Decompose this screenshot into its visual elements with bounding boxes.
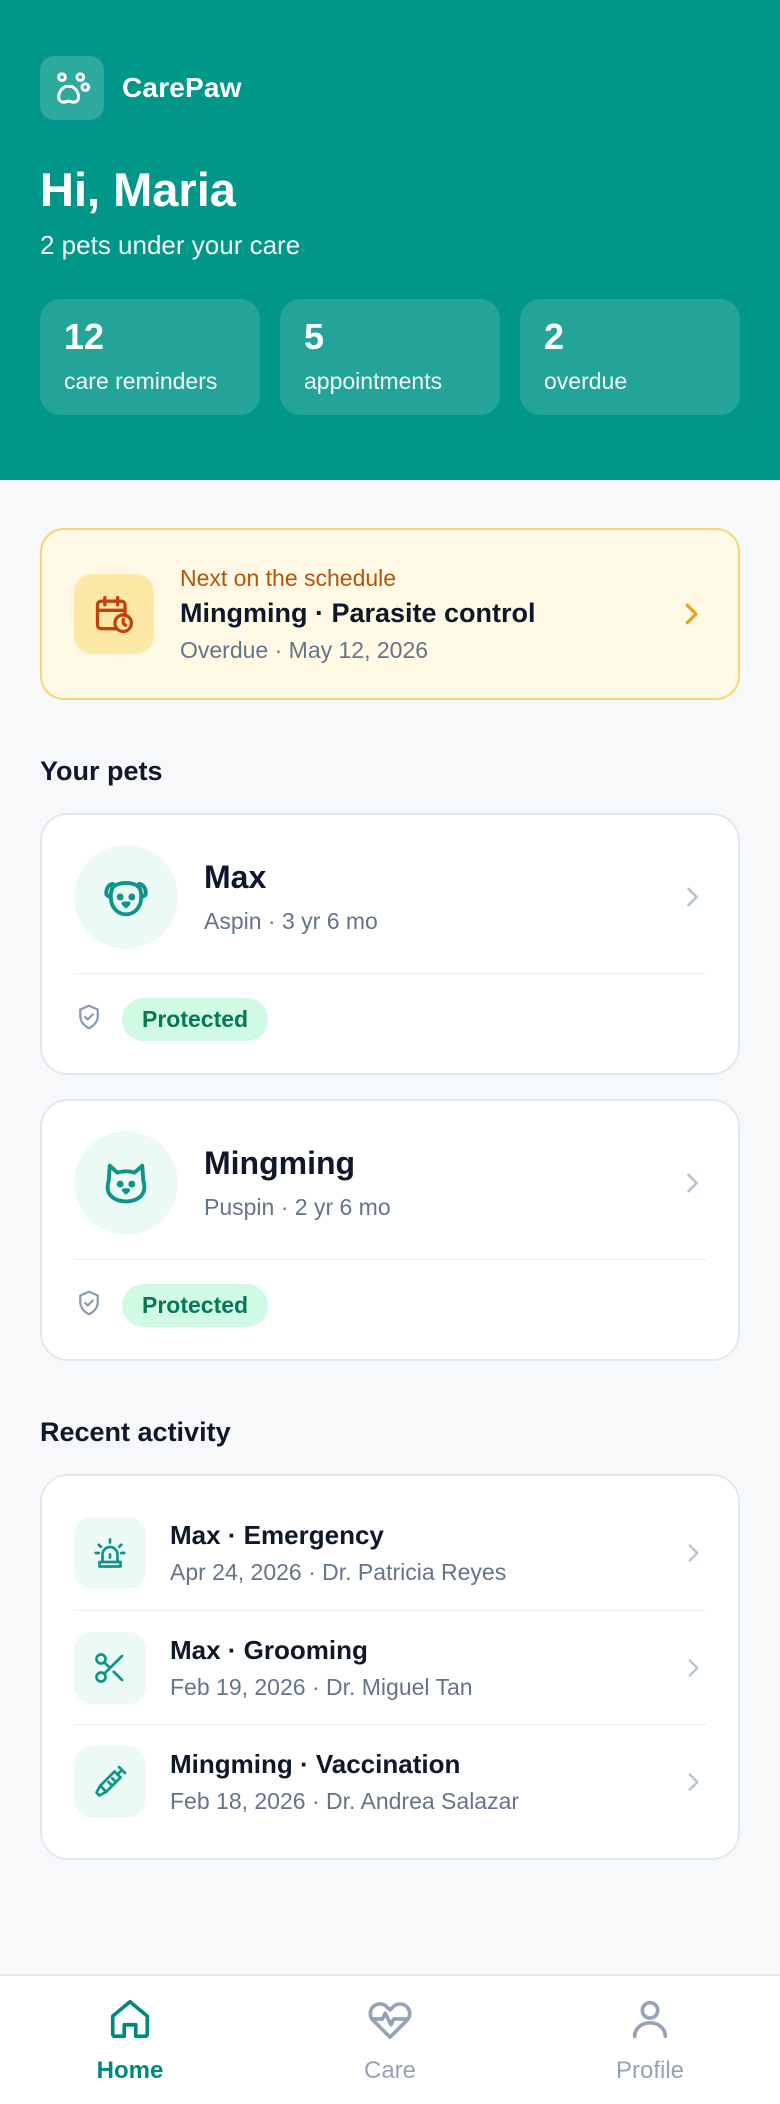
user-icon	[627, 1996, 673, 2049]
activity-item[interactable]: Max · Emergency Apr 24, 2026 · Dr. Patri…	[74, 1496, 706, 1610]
pet-details: Puspin · 2 yr 6 mo	[204, 1194, 391, 1220]
nav-profile[interactable]: Profile	[520, 1976, 780, 2104]
activity-list: Max · Emergency Apr 24, 2026 · Dr. Patri…	[40, 1474, 740, 1860]
activity-subtitle: Feb 18, 2026 · Dr. Andrea Salazar	[170, 1787, 520, 1814]
scissors-icon	[74, 1631, 146, 1704]
pet-info: Mingming Puspin · 2 yr 6 mo	[204, 1145, 678, 1221]
next-subtitle: Overdue · May 12, 2026	[180, 636, 429, 663]
pet-info: Max Aspin · 3 yr 6 mo	[204, 859, 678, 935]
nav-label: Home	[96, 2056, 164, 2084]
pet-details: Aspin · 3 yr 6 mo	[204, 908, 378, 934]
status-badge: Protected	[122, 997, 269, 1041]
stat-appointments[interactable]: 5 appointments	[280, 298, 500, 415]
chevron-right-icon	[680, 1769, 706, 1795]
siren-icon	[74, 1517, 146, 1589]
shield-check-icon	[74, 1002, 104, 1037]
stat-label: appointments	[304, 367, 443, 394]
activity-subtitle: Feb 19, 2026 · Dr. Miguel Tan	[170, 1673, 473, 1700]
nav-label: Profile	[615, 2056, 685, 2084]
chevron-right-icon	[678, 1169, 706, 1197]
home-icon	[107, 1996, 153, 2049]
pets-section-title: Your pets	[40, 756, 163, 786]
greeting-subtitle: 2 pets under your care	[40, 229, 301, 260]
next-schedule-text: Next on the schedule Mingming · Parasite…	[180, 565, 676, 664]
activity-title: Max · Grooming	[170, 1634, 368, 1665]
pet-card-top: Mingming Puspin · 2 yr 6 mo	[74, 1131, 706, 1235]
stat-care-reminders[interactable]: 12 care reminders	[40, 298, 260, 415]
next-title: Mingming · Parasite control	[180, 597, 536, 628]
brand: CarePaw	[40, 56, 740, 120]
pet-card-mingming[interactable]: Mingming Puspin · 2 yr 6 mo Protected	[40, 1099, 740, 1361]
stat-value: 5	[304, 315, 325, 357]
stat-label: care reminders	[64, 367, 218, 394]
cat-icon	[74, 1131, 178, 1235]
stat-value: 12	[64, 315, 105, 357]
heart-pulse-icon	[367, 1996, 413, 2049]
pet-status-row: Protected	[74, 1260, 706, 1350]
activity-text: Max · Grooming Feb 19, 2026 · Dr. Miguel…	[170, 1635, 680, 1701]
activity-section-title: Recent activity	[40, 1417, 231, 1447]
stat-value: 2	[544, 315, 565, 357]
nav-care[interactable]: Care	[260, 1976, 520, 2104]
pet-status-row: Protected	[74, 974, 706, 1064]
pet-card-top: Max Aspin · 3 yr 6 mo	[74, 845, 706, 949]
stat-overdue[interactable]: 2 overdue	[520, 298, 740, 415]
pet-name: Max	[204, 859, 267, 895]
activity-text: Max · Emergency Apr 24, 2026 · Dr. Patri…	[170, 1520, 680, 1586]
activity-title: Max · Emergency	[170, 1520, 384, 1550]
chevron-right-icon	[676, 599, 706, 629]
chevron-right-icon	[678, 883, 706, 911]
syringe-icon	[74, 1745, 146, 1818]
activity-item[interactable]: Max · Grooming Feb 19, 2026 · Dr. Miguel…	[74, 1610, 706, 1724]
activity-text: Mingming · Vaccination Feb 18, 2026 · Dr…	[170, 1749, 680, 1815]
next-schedule-card[interactable]: Next on the schedule Mingming · Parasite…	[40, 528, 740, 700]
stat-label: overdue	[544, 367, 628, 394]
pet-name: Mingming	[204, 1145, 356, 1181]
calendar-clock-icon	[74, 574, 154, 654]
nav-home[interactable]: Home	[0, 1976, 260, 2104]
activity-title: Mingming · Vaccination	[170, 1748, 461, 1779]
next-eyebrow: Next on the schedule	[180, 564, 397, 591]
activity-item[interactable]: Mingming · Vaccination Feb 18, 2026 · Dr…	[74, 1724, 706, 1838]
main-content: Next on the schedule Mingming · Parasite…	[0, 528, 780, 1860]
shield-check-icon	[74, 1288, 104, 1323]
header: CarePaw Hi, Maria 2 pets under your care…	[0, 0, 780, 480]
brand-name: CarePaw	[122, 72, 242, 103]
bottom-nav: Home Care Profile	[0, 1974, 780, 2104]
status-badge: Protected	[122, 1283, 269, 1327]
chevron-right-icon	[680, 1540, 706, 1566]
nav-label: Care	[363, 2056, 417, 2084]
pet-card-max[interactable]: Max Aspin · 3 yr 6 mo Protected	[40, 813, 740, 1075]
activity-subtitle: Apr 24, 2026 · Dr. Patricia Reyes	[170, 1559, 507, 1585]
chevron-right-icon	[680, 1655, 706, 1681]
stats-row: 12 care reminders 5 appointments 2 overd…	[40, 298, 740, 415]
greeting-title: Hi, Maria	[40, 163, 236, 216]
dog-icon	[74, 845, 178, 949]
paw-icon	[40, 56, 104, 120]
